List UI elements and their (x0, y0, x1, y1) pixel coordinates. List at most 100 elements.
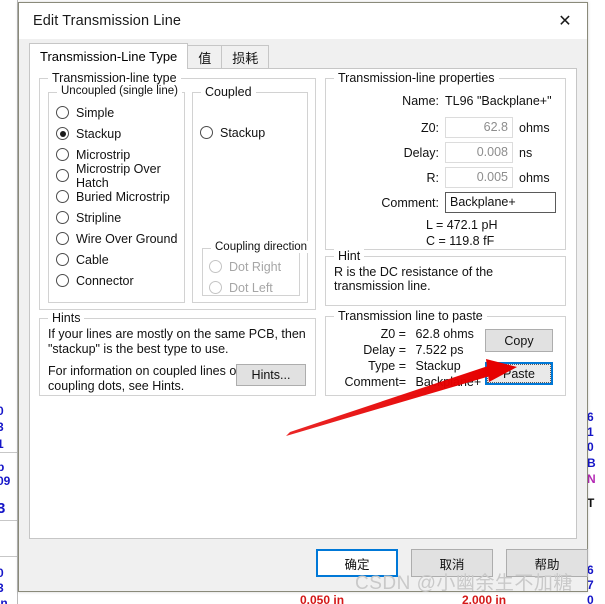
copy-button[interactable]: Copy (485, 329, 553, 352)
radio-wire-over-ground[interactable]: Wire Over Ground (56, 228, 184, 249)
transmission-line-properties-group: Transmission-line properties Name: TL96 … (325, 71, 566, 250)
coupling-direction-group: Coupling direction Dot Right Dot Left (202, 241, 312, 298)
bg-fragment: 1 (587, 425, 594, 439)
paste-type-key: Type = (368, 359, 406, 373)
radio-dot-left: Dot Left (209, 277, 281, 298)
radio-coupled-stackup[interactable]: Stackup (200, 122, 265, 143)
radio-label: Simple (76, 105, 115, 120)
radio-dot-icon (56, 232, 69, 245)
comment-row: Comment: Backplane+ (326, 192, 565, 213)
z0-input[interactable]: 62.8 (445, 117, 513, 138)
r-row: R: 0.005 ohms (326, 167, 565, 188)
name-value: TL96 "Backplane+" (445, 94, 552, 108)
paste-button-label: Paste (487, 364, 551, 383)
background-dimension-labels: 0.050 in 2.000 in (0, 593, 605, 604)
tab-strip: Transmission-Line Type 值 损耗 (29, 43, 577, 69)
bg-fragment: N (587, 472, 596, 486)
radio-label: Microstrip Over Hatch (76, 161, 161, 190)
paste-z0-value: 62.8 ohms (415, 327, 474, 341)
radio-cable[interactable]: Cable (56, 249, 184, 270)
tab-transmission-line-type[interactable]: Transmission-Line Type (29, 43, 189, 69)
hint-group: Hint R is the DC resistance of the trans… (325, 249, 566, 306)
close-icon[interactable]: ✕ (543, 3, 587, 37)
paste-button[interactable]: Paste (485, 362, 553, 385)
delay-unit: ns (519, 145, 533, 160)
hints-line-2: "stackup" is the best type to use. (48, 342, 229, 356)
bg-fragment: 0 (0, 404, 4, 418)
help-button[interactable]: 帮助 (506, 549, 588, 577)
z0-label: Z0: (420, 120, 439, 135)
r-input[interactable]: 0.005 (445, 167, 513, 188)
paste-type-row: Type = Stackup (332, 359, 461, 373)
r-label: R: (426, 170, 440, 185)
radio-label: Dot Right (229, 259, 282, 274)
tab-page-transmission-line-type: Transmission-line type Uncoupled (single… (29, 68, 577, 539)
ok-button[interactable]: 确定 (316, 549, 398, 577)
radio-dot-icon (56, 106, 69, 119)
radio-dot-icon (56, 211, 69, 224)
paste-delay-key: Delay = (363, 343, 406, 357)
radio-buried-microstrip[interactable]: Buried Microstrip (56, 186, 184, 207)
radio-dot-icon (56, 253, 69, 266)
radio-connector[interactable]: Connector (56, 270, 184, 291)
transmission-line-type-group-label: Transmission-line type (48, 71, 181, 85)
uncoupled-group: Uncoupled (single line) Simple Stackup M… (48, 85, 185, 303)
cancel-button[interactable]: 取消 (411, 549, 493, 577)
name-row: Name: TL96 "Backplane+" (326, 94, 565, 108)
radio-label: Dot Left (229, 280, 273, 295)
z0-row: Z0: 62.8 ohms (326, 117, 565, 138)
radio-microstrip-over-hatch[interactable]: Microstrip Over Hatch (56, 162, 184, 190)
bg-fragment: p (0, 460, 4, 474)
bg-fragment: 6 (587, 563, 594, 577)
radio-simple[interactable]: Simple (56, 102, 184, 123)
capacitance-row: C = 119.8 fF (326, 234, 565, 248)
edit-transmission-line-dialog: Edit Transmission Line ✕ Transmission-Li… (18, 2, 588, 592)
transmission-line-to-paste-group: Transmission line to paste Z0 = 62.8 ohm… (325, 309, 566, 396)
radio-label: Stackup (76, 126, 122, 141)
hint-group-label: Hint (334, 249, 365, 263)
paste-comment-key: Comment= (344, 375, 406, 389)
comment-input[interactable]: Backplane+ (445, 192, 556, 213)
tab-loss[interactable]: 损耗 (221, 45, 270, 69)
radio-label: Stackup (220, 125, 266, 140)
radio-dot-icon (56, 148, 69, 161)
radio-dot-icon (200, 126, 213, 139)
hints-group-label: Hints (48, 311, 85, 325)
radio-label: Stripline (76, 210, 122, 225)
radio-label: Buried Microstrip (76, 189, 170, 204)
coupled-group-label: Coupled (201, 85, 256, 99)
inductance-row: L = 472.1 pH (326, 218, 565, 232)
radio-label: Connector (76, 273, 134, 288)
bg-fragment: 3 (0, 500, 5, 517)
r-unit: ohms (519, 170, 550, 185)
radio-dot-right: Dot Right (209, 256, 281, 277)
paste-group-label: Transmission line to paste (334, 309, 487, 323)
paste-type-value: Stackup (415, 359, 461, 373)
bg-fragment: T (587, 496, 595, 510)
radio-label: Cable (76, 252, 109, 267)
bg-dimension-left: 0.050 in (300, 593, 345, 604)
radio-dot-icon (56, 190, 69, 203)
properties-group-label: Transmission-line properties (334, 71, 499, 85)
transmission-line-type-group: Transmission-line type Uncoupled (single… (39, 71, 316, 310)
bg-fragment: 3 (0, 420, 4, 434)
paste-z0-row: Z0 = 62.8 ohms (332, 327, 474, 341)
hints-button[interactable]: Hints... (236, 364, 306, 386)
radio-dot-icon (56, 274, 69, 287)
bg-fragment: 0 (587, 440, 594, 454)
radio-stripline[interactable]: Stripline (56, 207, 184, 228)
radio-label: Microstrip (76, 147, 131, 162)
radio-dot-icon (56, 169, 69, 182)
radio-stackup[interactable]: Stackup (56, 123, 184, 144)
tab-values[interactable]: 值 (187, 45, 223, 69)
background-right-column: 6 1 0 B N T 6 7 0 (585, 0, 605, 604)
delay-input[interactable]: 0.008 (445, 142, 513, 163)
hints-group: Hints If your lines are mostly on the sa… (39, 311, 316, 396)
delay-row: Delay: 0.008 ns (326, 142, 565, 163)
capacitance-value: C = 119.8 fF (426, 234, 495, 248)
coupled-group: Coupled Stackup Coupling direction Dot R… (192, 85, 312, 303)
delay-label: Delay: (403, 145, 439, 160)
title-bar: Edit Transmission Line ✕ (19, 3, 587, 39)
dialog-title: Edit Transmission Line (33, 13, 182, 29)
hints-line-1: If your lines are mostly on the same PCB… (48, 327, 306, 341)
